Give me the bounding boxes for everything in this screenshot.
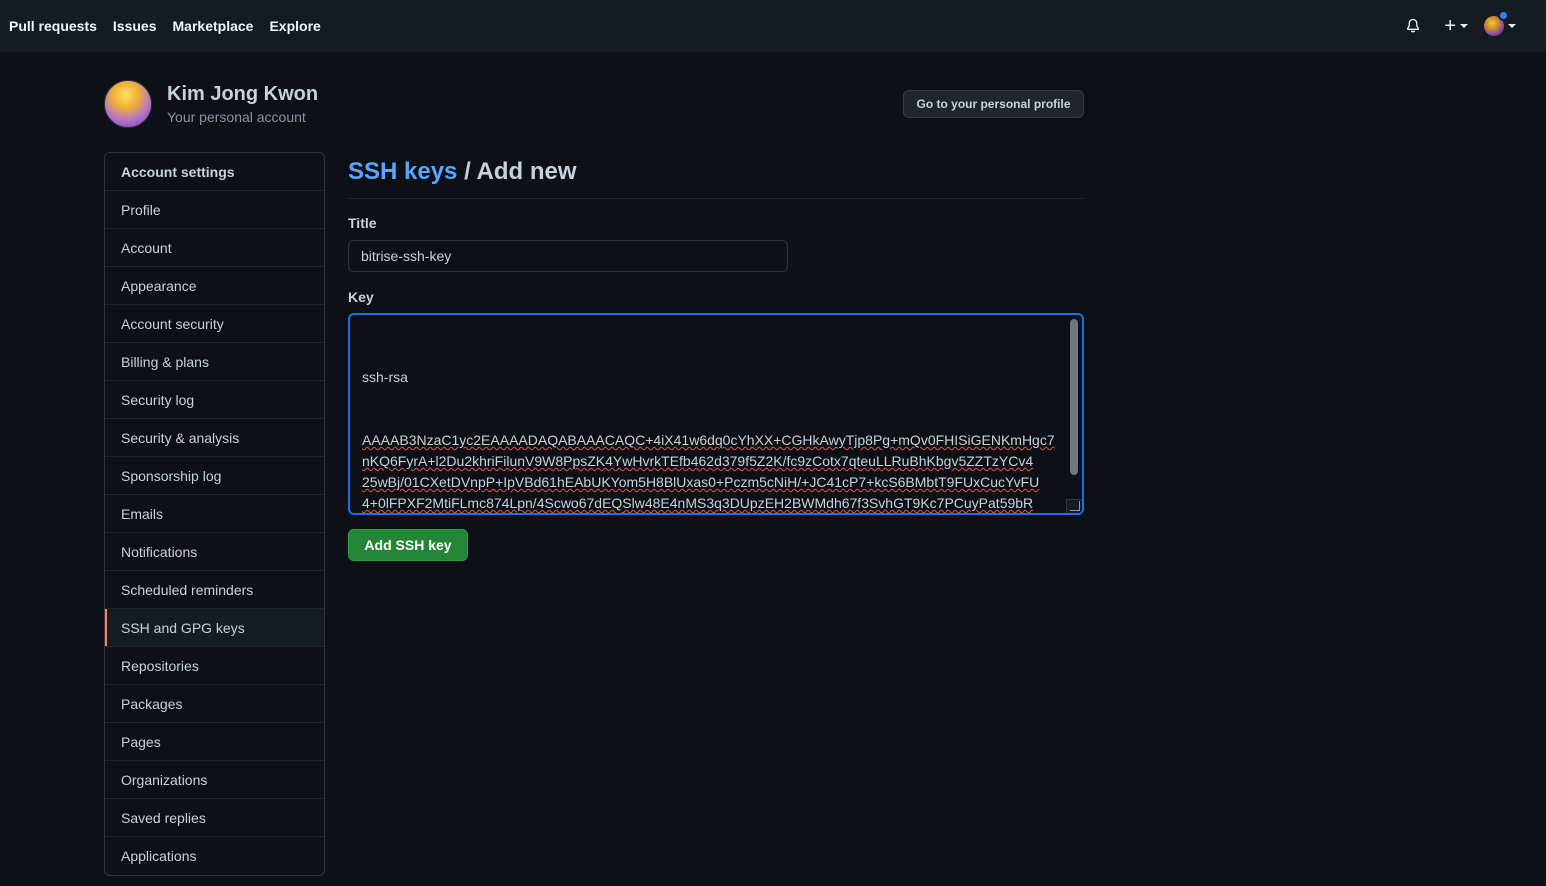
sidebar-item-pages[interactable]: Pages [105,723,324,761]
sidebar-item-security-analysis[interactable]: Security & analysis [105,419,324,457]
sidebar-item-billing-plans[interactable]: Billing & plans [105,343,324,381]
profile-text: Kim Jong Kwon Your personal account [167,81,318,127]
nav-explore[interactable]: Explore [269,18,320,34]
sidebar-item-sponsorship-log[interactable]: Sponsorship log [105,457,324,495]
create-new-menu[interactable]: + [1444,16,1468,36]
notification-dot [1498,10,1509,21]
sidebar-item-packages[interactable]: Packages [105,685,324,723]
profile-avatar[interactable] [104,80,152,128]
nav-issues[interactable]: Issues [113,18,157,34]
key-textarea[interactable]: ssh-rsa AAAAB3NzaC1yc2EAAAADAQABAAACAQC+… [348,313,1084,515]
sidebar-item-account-security[interactable]: Account security [105,305,324,343]
scrollbar-thumb[interactable] [1070,319,1078,475]
key-prefix: ssh-rsa [362,369,408,385]
chevron-down-icon [1460,24,1468,28]
key-line: AAAAB3NzaC1yc2EAAAADAQABAAACAQC+4iX41w6d… [362,432,1055,448]
user-menu[interactable] [1484,10,1516,36]
main-content: SSH keys / Add new Title bitrise-ssh-key… [348,152,1084,561]
key-line: zDsD5k57h+1T2CfScTQq7G5FsEhkgqXZ0+xvFale… [362,514,1062,515]
bell-icon[interactable] [1404,17,1422,35]
chevron-down-icon [1508,24,1516,28]
profile-header: Kim Jong Kwon Your personal account [104,80,318,128]
sidebar-heading: Account settings [105,153,324,191]
breadcrumb-ssh-keys[interactable]: SSH keys [348,158,457,185]
sidebar-item-appearance[interactable]: Appearance [105,267,324,305]
key-line: nKQ6FyrA+l2Du2khriFilunV9W8PpsZK4YwHvrkT… [362,453,1034,469]
title-input[interactable]: bitrise-ssh-key [348,240,788,272]
add-ssh-key-button[interactable]: Add SSH key [348,529,468,561]
profile-subtitle: Your personal account [167,109,306,125]
breadcrumb-current: / Add new [457,158,577,185]
sidebar-item-repositories[interactable]: Repositories [105,647,324,685]
sidebar-item-profile[interactable]: Profile [105,191,324,229]
sidebar-item-applications[interactable]: Applications [105,837,324,875]
settings-sidebar: Account settings Profile Account Appearanc… [104,152,325,876]
key-line: 25wBj/01CXetDVnpP+IpVBd61hEAbUKYom5H8BlU… [362,474,1040,490]
sidebar-item-ssh-and-gpg-keys[interactable]: SSH and GPG keys [105,609,324,647]
sidebar-item-organizations[interactable]: Organizations [105,761,324,799]
top-header: Pull requests Issues Marketplace Explore… [0,0,1546,52]
page-title: SSH keys / Add new [348,152,1084,199]
title-label: Title [348,215,377,231]
top-nav: Pull requests Issues Marketplace Explore [0,18,337,34]
sidebar-item-notifications[interactable]: Notifications [105,533,324,571]
key-line: 4+0lFPXF2MtiFLmc874Lpn/4Scwo67dEQSlw48E4… [362,495,1034,511]
nav-marketplace[interactable]: Marketplace [173,18,254,34]
sidebar-item-emails[interactable]: Emails [105,495,324,533]
go-to-profile-button[interactable]: Go to your personal profile [903,90,1084,118]
sidebar-item-account[interactable]: Account [105,229,324,267]
key-text: ssh-rsa AAAAB3NzaC1yc2EAAAADAQABAAACAQC+… [362,325,1062,515]
header-actions: + [1404,0,1516,52]
sidebar-item-saved-replies[interactable]: Saved replies [105,799,324,837]
sidebar-item-scheduled-reminders[interactable]: Scheduled reminders [105,571,324,609]
nav-pull-requests[interactable]: Pull requests [9,18,97,34]
key-label: Key [348,289,374,305]
plus-icon: + [1444,15,1456,37]
sidebar-item-security-log[interactable]: Security log [105,381,324,419]
profile-name[interactable]: Kim Jong Kwon [167,81,318,107]
resize-handle[interactable] [1066,499,1082,513]
